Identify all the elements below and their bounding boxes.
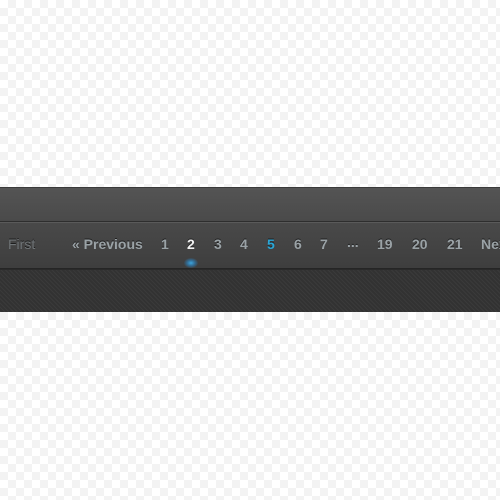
pagination-bar: First « Previous 1 2 3 4 5 6 7 ... 19 20…: [0, 187, 500, 312]
first-page-link[interactable]: First: [8, 236, 35, 253]
page-link-5-highlighted[interactable]: 5: [267, 236, 275, 253]
page-link-6[interactable]: 6: [294, 236, 302, 253]
page-link-20[interactable]: 20: [412, 236, 428, 253]
page-link-4[interactable]: 4: [240, 236, 248, 253]
textured-footer: [0, 270, 500, 312]
page-link-3[interactable]: 3: [214, 236, 222, 253]
page-link-2-current[interactable]: 2: [187, 236, 195, 253]
page-link-19[interactable]: 19: [377, 236, 393, 253]
bar-header: [0, 187, 500, 221]
page-link-21[interactable]: 21: [447, 236, 463, 253]
pagination: First « Previous 1 2 3 4 5 6 7 ... 19 20…: [0, 222, 500, 268]
pagination-ellipsis: ...: [347, 234, 359, 250]
previous-page-link[interactable]: « Previous: [72, 236, 143, 253]
page-link-7[interactable]: 7: [320, 236, 328, 253]
page-link-1[interactable]: 1: [161, 236, 169, 253]
next-page-link[interactable]: Next: [481, 236, 500, 253]
current-page-indicator: [184, 258, 198, 268]
